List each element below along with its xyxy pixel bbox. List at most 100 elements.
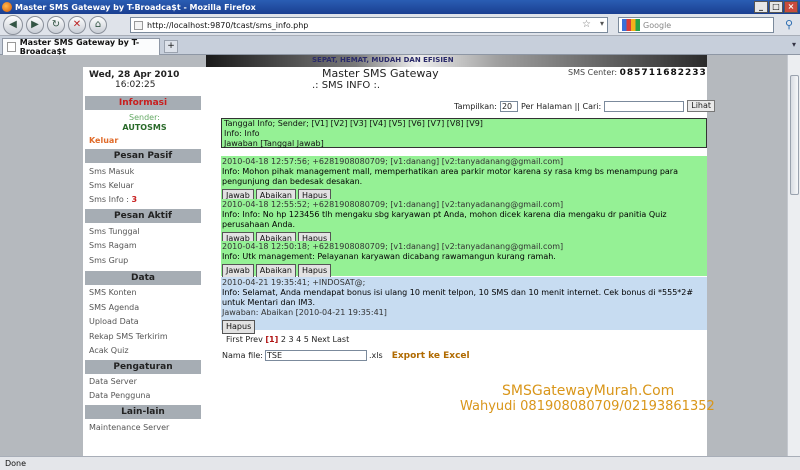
sidebar-item-sms-konten[interactable]: SMS Konten (89, 288, 137, 297)
sidebar-item-upload-data[interactable]: Upload Data (89, 317, 139, 326)
tampilkan-label: Tampilkan: (454, 101, 497, 111)
banner-text: SEPAT, HEMAT, MUDAH DAN EFISIEN (312, 56, 454, 64)
export-excel-button[interactable]: Export ke Excel (392, 351, 470, 361)
new-tab-button[interactable]: + (164, 40, 178, 53)
file-name-input[interactable]: TSE (265, 350, 368, 361)
xls-suffix: .xls (369, 351, 383, 360)
sidebar-item-sms-masuk[interactable]: Sms Masuk (89, 167, 134, 176)
sender-value: AUTOSMS (122, 123, 167, 132)
sidebar-heading-pengaturan: Pengaturan (85, 360, 201, 374)
info-text: Utk management: Pelayanan karyawan dicab… (242, 252, 556, 261)
window-title: Master SMS Gateway by T-Broadca$t - Mozi… (15, 2, 256, 12)
sms-info-label: Sms Info : (89, 195, 129, 204)
sidebar-item-sms-ragam[interactable]: Sms Ragam (89, 241, 137, 250)
url-text: http://localhost:9870/tcast/sms_info.php (147, 20, 309, 30)
message-header: 2010-04-18 12:57:56; +6281908080709; [v1… (222, 157, 564, 166)
legend-info-value: Info (244, 129, 260, 138)
sidebar-heading-lain-lain: Lain-lain (85, 405, 201, 419)
per-halaman-label: Per Halaman || Cari: (520, 101, 602, 111)
status-bar: Done (0, 456, 800, 470)
jawab-button[interactable]: Jawab (222, 264, 254, 278)
info-label: Info: (222, 288, 240, 297)
sidebar-heading-informasi: Informasi (85, 96, 201, 110)
file-name-value: TSE (267, 351, 283, 360)
search-input[interactable] (604, 100, 685, 112)
sender-label: Sender: (129, 113, 160, 122)
message-jawaban: Jawaban: Abaikan [2010-04-21 19:35:41] (222, 308, 387, 317)
reload-button[interactable]: ↻ (47, 15, 65, 34)
scrollbar-thumb[interactable] (790, 75, 799, 195)
info-label: Info: (222, 210, 240, 219)
hapus-button[interactable]: Hapus (297, 264, 332, 278)
forward-button[interactable]: ▶ (26, 15, 44, 34)
legend-info-label: Info: (224, 129, 242, 138)
bookmark-star-icon[interactable]: ☆ (582, 19, 591, 30)
legend-line3: Jawaban [Tanggal Jawab] (224, 139, 324, 148)
sidebar-heading-pesan-pasif: Pesan Pasif (85, 149, 201, 163)
sidebar-item-data-pengguna[interactable]: Data Pengguna (89, 391, 150, 400)
legend-line1: Tanggal Info; Sender; [V1] [V2] [V3] [V4… (224, 119, 483, 128)
display-controls: Tampilkan: 20 Per Halaman || Cari: Lihat (454, 100, 716, 112)
sms-center: SMS Center: 085711682233 (568, 68, 707, 78)
page-favicon-icon (7, 42, 16, 52)
page-title: .: SMS INFO :. (311, 80, 380, 91)
pager-pages[interactable]: 2 3 4 5 Next Last (281, 335, 349, 344)
sidebar-heading-data: Data (85, 271, 201, 285)
sidebar-item-sms-info[interactable]: Sms Info : 3 (89, 195, 137, 204)
watermark-contact: Wahyudi 081908080709/02193861352 (460, 399, 715, 414)
pagination: First Prev [1] 2 3 4 5 Next Last (226, 335, 349, 344)
url-dropdown-icon[interactable]: ▾ (600, 19, 604, 28)
sidebar-item-sms-grup[interactable]: Sms Grup (89, 256, 128, 265)
message-row: 2010-04-18 12:50:18; +6281908080709; [v1… (221, 241, 707, 278)
message-header: 2010-04-18 12:55:52; +6281908080709; [v1… (222, 200, 564, 209)
header-banner: SEPAT, HEMAT, MUDAH DAN EFISIEN (206, 55, 707, 67)
message-header: 2010-04-21 19:35:41; +INDOSAT@; (222, 278, 366, 287)
info-text: Selamat, Anda mendapat bonus isi ulang 1… (222, 288, 694, 307)
app-title: Master SMS Gateway (322, 67, 439, 80)
sidebar-item-rekap-sms[interactable]: Rekap SMS Terkirim (89, 332, 168, 341)
sidebar-item-data-server[interactable]: Data Server (89, 377, 137, 386)
pager-first-prev[interactable]: First Prev (226, 335, 263, 344)
sidebar-item-acak-quiz[interactable]: Acak Quiz (89, 346, 129, 355)
sidebar-item-sms-agenda[interactable]: SMS Agenda (89, 303, 139, 312)
sms-info-count: 3 (131, 195, 138, 204)
message-row: 2010-04-18 12:57:56; +6281908080709; [v1… (221, 156, 707, 203)
firefox-icon (2, 2, 12, 12)
stop-button[interactable]: ✕ (68, 15, 86, 34)
status-text: Done (5, 459, 27, 468)
legend-box: Tanggal Info; Sender; [V1] [V2] [V3] [V4… (221, 118, 707, 148)
hapus-button[interactable]: Hapus (222, 320, 256, 334)
close-window-button[interactable]: × (784, 1, 798, 13)
abaikan-button[interactable]: Abaikan (255, 264, 296, 278)
info-text: Mohon pihak management mall, memperhatik… (222, 167, 678, 186)
search-icon[interactable]: ⚲ (785, 18, 793, 31)
sms-center-number: 085711682233 (619, 68, 707, 78)
tab-bar: Master SMS Gateway by T-Broadca$t + ▾ (0, 36, 800, 56)
search-placeholder: Google (643, 20, 672, 30)
sidebar-item-sms-tunggal[interactable]: Sms Tunggal (89, 227, 140, 236)
tab-master-sms[interactable]: Master SMS Gateway by T-Broadca$t (2, 38, 160, 56)
per-page-input[interactable]: 20 (499, 100, 518, 112)
sidebar-item-sms-keluar[interactable]: Sms Keluar (89, 181, 134, 190)
url-bar[interactable]: http://localhost:9870/tcast/sms_info.php… (130, 17, 608, 33)
lihat-button[interactable]: Lihat (687, 100, 716, 112)
logout-link[interactable]: Keluar (89, 136, 118, 145)
message-row: 2010-04-21 19:35:41; +INDOSAT@; Info: Se… (221, 277, 707, 334)
date-display: Wed, 28 Apr 2010 16:02:25 (89, 70, 179, 90)
message-row: 2010-04-18 12:55:52; +6281908080709; [v1… (221, 199, 707, 246)
sidebar-heading-pesan-aktif: Pesan Aktif (85, 209, 201, 223)
info-text: Info: No hp 123456 tlh mengaku sbg karya… (222, 210, 667, 229)
page-icon (134, 20, 143, 30)
google-icon (622, 19, 640, 31)
sms-center-label: SMS Center: (568, 68, 618, 77)
minimize-button[interactable]: _ (754, 1, 768, 13)
sidebar-item-maintenance[interactable]: Maintenance Server (89, 423, 169, 432)
tab-list-icon[interactable]: ▾ (792, 40, 796, 49)
back-button[interactable]: ◀ (3, 14, 23, 35)
vertical-scrollbar[interactable] (787, 55, 800, 456)
search-box[interactable]: Google ⚲ (618, 17, 793, 33)
maximize-button[interactable]: □ (769, 1, 783, 13)
export-row: Nama file: TSE .xls Export ke Excel (222, 350, 470, 361)
info-label: Info: (222, 167, 240, 176)
home-button[interactable]: ⌂ (89, 15, 107, 34)
